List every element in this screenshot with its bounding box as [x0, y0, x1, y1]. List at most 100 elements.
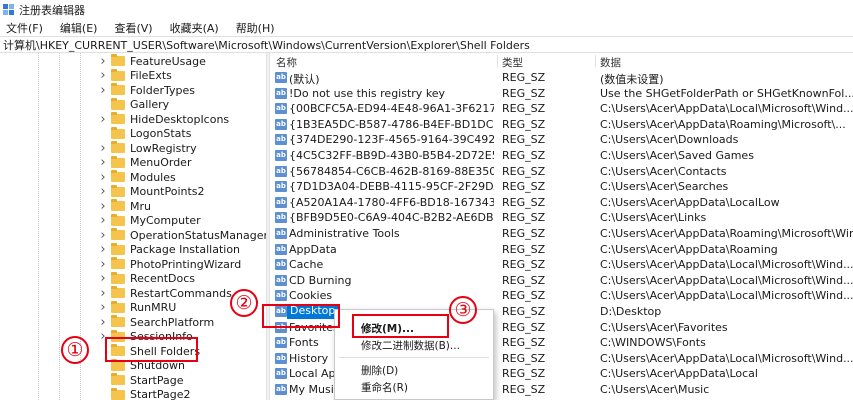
- column-header-name[interactable]: 名称: [276, 55, 297, 70]
- chevron-right-icon[interactable]: ›: [98, 199, 108, 214]
- tree-item[interactable]: › RestartCommands: [98, 286, 231, 301]
- value-name: {00BCFC5A-ED94-4E48-96A1-3F6217F219...: [289, 102, 494, 116]
- callout-1: ①: [61, 336, 89, 364]
- context-modify-binary[interactable]: 修改二进制数据(B)...: [361, 338, 460, 353]
- tree-item[interactable]: › LowRegistry: [98, 141, 196, 156]
- list-header: 名称 类型 数据: [270, 53, 853, 69]
- value-row[interactable]: ab{00BCFC5A-ED94-4E48-96A1-3F6217F219...…: [270, 101, 853, 117]
- menu-file[interactable]: 文件(F): [6, 20, 43, 36]
- tree-item[interactable]: › PhotoPrintingWizard: [98, 257, 241, 272]
- tree-item-label: RunMRU: [130, 301, 177, 315]
- value-type: REG_SZ: [502, 211, 546, 225]
- chevron-right-icon[interactable]: ›: [98, 242, 108, 257]
- tree-item[interactable]: › Mru: [98, 199, 151, 214]
- tree-item[interactable]: StartPage2: [98, 387, 191, 400]
- tree-item[interactable]: › SessionInfo: [98, 329, 192, 344]
- string-value-icon: ab: [275, 72, 287, 83]
- column-divider[interactable]: [497, 55, 498, 67]
- menu-help[interactable]: 帮助(H): [236, 20, 275, 36]
- chevron-right-icon[interactable]: ›: [98, 54, 108, 69]
- value-row[interactable]: ab{7D1D3A04-DEBB-4115-95CF-2F29DA292... R…: [270, 179, 853, 195]
- tree-item[interactable]: › MenuOrder: [98, 155, 191, 170]
- value-data: C:\WINDOWS\Fonts: [600, 336, 706, 350]
- tree-item[interactable]: Gallery: [98, 97, 169, 113]
- chevron-right-icon[interactable]: ›: [98, 184, 108, 199]
- window-title: 注册表编辑器: [19, 3, 85, 17]
- folder-icon: [111, 315, 125, 328]
- tree-item[interactable]: › Modules: [98, 170, 175, 185]
- tree-item[interactable]: › FileExts: [98, 68, 172, 83]
- value-row[interactable]: ab{4C5C32FF-BB9D-43B0-B5B4-2D72E54EAA...…: [270, 148, 853, 164]
- address-bar[interactable]: 计算机\HKEY_CURRENT_USER\Software\Microsoft…: [0, 36, 853, 53]
- folder-icon: [111, 213, 125, 226]
- string-value-icon: ab: [275, 181, 287, 193]
- value-row[interactable]: ab Cookies REG_SZ C:\Users\Acer\AppData\Loc…: [270, 288, 853, 304]
- tree-item[interactable]: › FolderTypes: [98, 83, 195, 98]
- string-value-icon: ab: [275, 150, 287, 161]
- value-name: {A520A1A4-1780-4FF6-BD18-167343C5A...: [289, 195, 494, 209]
- value-row[interactable]: ab{374DE290-123F-4565-9164-39C4925E46...…: [270, 132, 853, 148]
- folder-icon: [111, 155, 125, 168]
- tree-item[interactable]: Shutdown: [98, 358, 185, 374]
- tree-item[interactable]: › MyComputer: [98, 213, 200, 228]
- tree-item-label: Mru: [130, 199, 151, 213]
- menu-edit[interactable]: 编辑(E): [60, 20, 98, 36]
- column-header-type[interactable]: 类型: [502, 55, 523, 70]
- chevron-right-icon[interactable]: ›: [98, 329, 108, 344]
- value-row[interactable]: ab Cache REG_SZ C:\Users\Acer\AppData\Local…: [270, 257, 853, 273]
- chevron-right-icon[interactable]: ›: [98, 300, 108, 315]
- chevron-right-icon[interactable]: ›: [98, 83, 108, 98]
- value-type: REG_SZ: [502, 336, 546, 350]
- chevron-right-icon[interactable]: ›: [98, 112, 108, 127]
- string-value-icon: ab: [275, 352, 287, 364]
- value-row[interactable]: ab{BFB9D5E0-C6A9-404C-B2B2-AE6DB6AF4... R…: [270, 210, 853, 226]
- tree-item[interactable]: › RecentDocs: [98, 271, 195, 286]
- chevron-right-icon[interactable]: ›: [98, 228, 108, 243]
- value-name: {1B3EA5DC-B587-4786-B4EF-BD1DC332A...: [289, 117, 494, 131]
- chevron-right-icon[interactable]: ›: [98, 141, 108, 156]
- value-row[interactable]: ab Administrative Tools REG_SZ C:\Users\Ace…: [270, 226, 853, 242]
- chevron-right-icon[interactable]: ›: [98, 213, 108, 228]
- callout-2: ②: [230, 289, 258, 317]
- tree-item-label: Package Installation: [130, 243, 241, 257]
- value-row[interactable]: ab{1B3EA5DC-B587-4786-B4EF-BD1DC332A... R…: [270, 117, 853, 133]
- context-delete[interactable]: 删除(D): [361, 363, 398, 378]
- chevron-right-icon[interactable]: ›: [98, 286, 108, 301]
- value-data: C:\Users\Acer\AppData\Local: [600, 367, 758, 381]
- tree-item-label: OperationStatusManager: [130, 228, 266, 242]
- chevron-right-icon[interactable]: ›: [98, 257, 108, 272]
- value-type: REG_SZ: [502, 351, 546, 365]
- string-value-icon: ab: [275, 368, 287, 380]
- tree-item[interactable]: › FeatureUsage: [98, 54, 205, 69]
- value-data: (数值未设置): [600, 73, 664, 86]
- value-row[interactable]: ab (默认) REG_SZ (数值未设置): [270, 70, 853, 86]
- menu-favorites[interactable]: 收藏夹(A): [170, 20, 219, 36]
- tree-item[interactable]: Shell Folders: [98, 344, 200, 359]
- key-tree-pane[interactable]: › FeatureUsage › FileExts › FolderTypes Galler…: [0, 53, 266, 400]
- value-row[interactable]: ab{A520A1A4-1780-4FF6-BD18-167343C5A... R…: [270, 195, 853, 211]
- tree-item[interactable]: › RunMRU: [98, 300, 177, 315]
- value-row[interactable]: ab CD Burning REG_SZ C:\Users\Acer\AppData\…: [270, 273, 853, 289]
- tree-item[interactable]: › OperationStatusManager: [98, 228, 266, 243]
- value-name: Cache: [289, 258, 324, 272]
- menu-view[interactable]: 查看(V): [114, 20, 152, 36]
- tree-item[interactable]: StartPage: [98, 373, 184, 388]
- tree-item[interactable]: › MountPoints2: [98, 184, 204, 199]
- tree-item-label: RecentDocs: [130, 272, 195, 286]
- chevron-right-icon[interactable]: ›: [98, 315, 108, 330]
- value-row[interactable]: ab{56784854-C6CB-462B-8169-88E350ACB8...…: [270, 164, 853, 180]
- column-divider[interactable]: [595, 55, 596, 67]
- context-rename[interactable]: 重命名(R): [361, 380, 408, 395]
- chevron-right-icon[interactable]: ›: [98, 271, 108, 286]
- context-modify[interactable]: 修改(M)...: [361, 321, 414, 336]
- value-row[interactable]: ab !Do not use this registry key REG_SZ Use…: [270, 86, 853, 102]
- chevron-right-icon[interactable]: ›: [98, 155, 108, 170]
- column-header-data[interactable]: 数据: [600, 55, 621, 70]
- chevron-right-icon[interactable]: ›: [98, 68, 108, 83]
- tree-item[interactable]: › HideDesktopIcons: [98, 112, 229, 127]
- tree-item[interactable]: › SearchPlatform: [98, 315, 214, 330]
- tree-item[interactable]: › Package Installation: [98, 242, 241, 257]
- tree-item[interactable]: LogonStats: [98, 126, 191, 142]
- chevron-right-icon[interactable]: ›: [98, 170, 108, 185]
- value-row[interactable]: ab AppData REG_SZ C:\Users\Acer\AppData\Roa…: [270, 242, 853, 258]
